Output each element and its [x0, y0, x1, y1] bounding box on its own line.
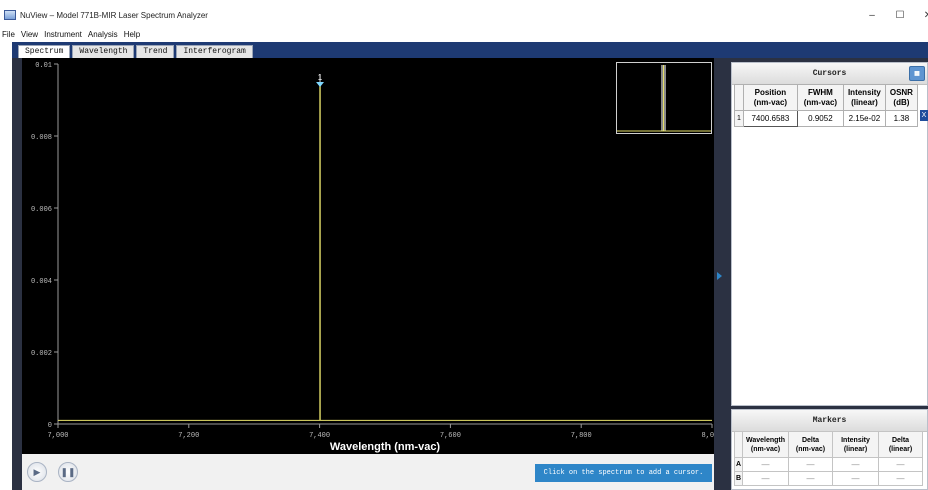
cursors-title: Cursors	[812, 69, 847, 78]
menu-bar: File View Instrument Analysis Help	[0, 28, 928, 42]
play-button[interactable]: ▶	[27, 462, 47, 482]
grid-icon[interactable]: ▦	[909, 66, 925, 81]
markers-header: Markers	[732, 410, 927, 432]
menu-file[interactable]: File	[2, 28, 15, 42]
tab-trend[interactable]: Trend	[136, 45, 175, 58]
x-tick-label: 8,000	[701, 432, 714, 440]
expand-arrow-icon[interactable]	[717, 272, 722, 280]
close-button[interactable]: ✕	[918, 10, 928, 21]
col-position: Position (nm-vac)	[742, 84, 798, 111]
spectrum-plot[interactable]: 0 0.002 0.004 0.006 0.008 0.01 7,000 7,200 7,400…	[22, 58, 714, 454]
x-tick-label: 7,000	[47, 432, 68, 440]
marker-cell: —	[878, 457, 923, 472]
overview-inset[interactable]	[616, 62, 712, 134]
y-tick-label: 0.004	[31, 278, 52, 286]
cursor-fwhm: 0.9052	[796, 110, 844, 127]
cursors-table: Position (nm-vac) FWHM (nm-vac) Intensity(…	[734, 84, 918, 127]
spectrum-chart[interactable]: 0 0.002 0.004 0.006 0.008 0.01 7,000 7,200 7,400…	[22, 58, 714, 454]
cursors-header: Cursors ▦	[732, 63, 927, 85]
overview-chart	[617, 65, 711, 132]
x-tick-label: 7,800	[571, 432, 592, 440]
row-index-header	[734, 84, 744, 111]
x-tick-label: 7,600	[440, 432, 461, 440]
menu-analysis[interactable]: Analysis	[88, 28, 118, 42]
marker-cell: —	[878, 471, 923, 486]
col-delta-nm: Delta (nm-vac)	[788, 431, 833, 458]
y-tick-label: 0.006	[31, 206, 52, 214]
col-osnr: OSNR (dB)	[884, 84, 918, 111]
markers-table: Wavelength (nm-vac) Delta (nm-vac) Intensi…	[734, 431, 923, 486]
marker-cell: —	[788, 471, 833, 486]
cursor-position[interactable]: 7400.6583	[742, 110, 798, 127]
table-row[interactable]: 1 7400.6583 0.9052 2.15e-02 1.38	[734, 110, 918, 127]
view-tabs: Spectrum Wavelength Trend Interferogram	[18, 45, 253, 58]
cursor-osnr: 1.38	[884, 110, 918, 127]
minimize-button[interactable]: –	[862, 10, 882, 21]
app-icon	[4, 10, 16, 20]
y-tick-label: 0.002	[31, 350, 52, 358]
window-title: NuView – Model 771B-MIR Laser Spectrum A…	[20, 11, 208, 20]
tab-spectrum[interactable]: Spectrum	[18, 45, 71, 58]
col-intensity: Intensity (linear)	[842, 84, 886, 111]
tab-wavelength[interactable]: Wavelength	[72, 45, 135, 58]
row-index: 1	[734, 110, 744, 127]
row-index: A	[734, 457, 743, 472]
cursors-panel: Cursors ▦ Position (nm-vac) FWHM (nm-vac) …	[731, 62, 928, 406]
left-frame	[12, 58, 22, 490]
pause-icon: ❚❚	[60, 466, 76, 477]
cursor-intensity: 2.15e-02	[842, 110, 886, 127]
cursor-marker-icon	[316, 82, 325, 87]
menu-help[interactable]: Help	[124, 28, 140, 42]
col-wavelength: Wavelength (nm-vac)	[742, 431, 789, 458]
menu-instrument[interactable]: Instrument	[44, 28, 82, 42]
col-intensity: Intensity (linear)	[832, 431, 879, 458]
marker-cell: —	[832, 457, 879, 472]
col-delta-linear: Delta (linear)	[878, 431, 923, 458]
x-tick-label: 7,400	[309, 432, 330, 440]
menu-view[interactable]: View	[21, 28, 38, 42]
marker-cell: —	[788, 457, 833, 472]
col-fwhm: FWHM (nm-vac)	[796, 84, 844, 111]
cursor-label: 1	[318, 73, 323, 82]
y-tick-label: 0	[48, 422, 52, 430]
play-icon: ▶	[33, 466, 41, 477]
table-row[interactable]: B — — — —	[734, 471, 923, 486]
delete-cursor-button[interactable]: X	[920, 110, 928, 121]
table-row[interactable]: A — — — —	[734, 457, 923, 472]
row-index-header	[734, 431, 743, 458]
tab-interferogram[interactable]: Interferogram	[176, 45, 253, 58]
y-tick-label: 0.008	[31, 134, 52, 142]
markers-panel: Markers Wavelength (nm-vac) Delta (nm-vac)…	[731, 409, 928, 490]
row-index: B	[734, 471, 743, 486]
markers-title: Markers	[812, 416, 847, 425]
title-bar: NuView – Model 771B-MIR Laser Spectrum A…	[0, 0, 928, 28]
x-axis-label: Wavelength (nm-vac)	[330, 441, 441, 453]
pause-button[interactable]: ❚❚	[58, 462, 78, 482]
x-tick-label: 7,200	[178, 432, 199, 440]
hint-message: Click on the spectrum to add a cursor.	[535, 464, 712, 482]
marker-cell: —	[742, 471, 789, 486]
y-tick-label: 0.01	[35, 62, 52, 70]
marker-cell: —	[832, 471, 879, 486]
marker-cell: —	[742, 457, 789, 472]
maximize-button[interactable]: ☐	[890, 10, 910, 21]
